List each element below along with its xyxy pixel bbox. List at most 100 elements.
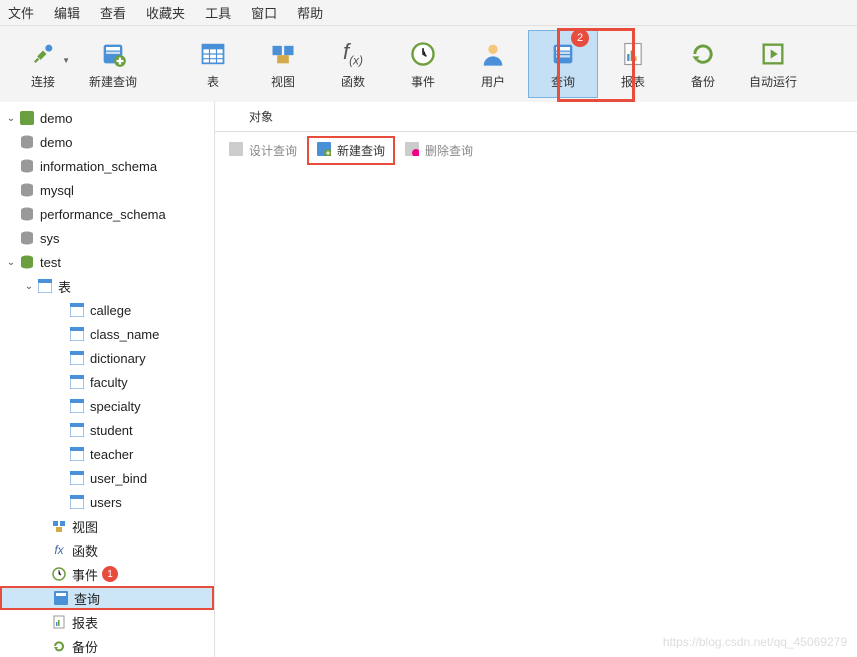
action-label: 新建查询 [337,142,385,159]
main-area: 对象 设计查询 新建查询 删除查询 [215,102,857,657]
chevron-down-icon[interactable]: ⌄ [22,281,36,292]
table-icon [68,373,86,391]
clock-icon [50,565,68,583]
tree-table-dictionary[interactable]: dictionary [0,346,214,370]
menu-file[interactable]: 文件 [8,3,34,22]
tree-label: faculty [90,375,128,390]
tree-label: 备份 [72,637,98,656]
connect-label: 连接 [31,73,55,90]
view-label: 视图 [271,73,295,90]
tree-label: callege [90,303,131,318]
database-icon [18,229,36,247]
database-icon [18,181,36,199]
function-label: 函数 [341,73,365,90]
report-button[interactable]: 报表 [598,30,668,98]
badge-2: 2 [571,29,589,47]
view-icon [50,517,68,535]
tree-connection-demo[interactable]: ⌄ demo [0,106,214,130]
tree-label: user_bind [90,471,147,486]
action-label: 设计查询 [249,142,297,159]
event-button[interactable]: 事件 [388,30,458,98]
tree-label: 报表 [72,613,98,632]
action-label: 删除查询 [425,142,473,159]
table-icon [68,325,86,343]
tree-label: 函数 [72,541,98,560]
tree-table-callege[interactable]: callege [0,298,214,322]
tree-db-sys[interactable]: sys [0,226,214,250]
user-label: 用户 [481,73,505,90]
tree-db-test[interactable]: ⌄ test [0,250,214,274]
tree-table-users[interactable]: users [0,490,214,514]
tree-label: teacher [90,447,133,462]
badge-1: 1 [102,566,118,582]
tree-group-events[interactable]: 事件1 [0,562,214,586]
query-button[interactable]: 查询 2 [528,30,598,98]
plug-icon [28,39,58,69]
tree-label: test [40,255,61,270]
tree-db-performance-schema[interactable]: performance_schema [0,202,214,226]
chevron-down-icon[interactable]: ⌄ [4,113,18,124]
new-query-icon [317,142,333,158]
table-icon [68,349,86,367]
menu-favorites[interactable]: 收藏夹 [146,3,185,22]
tree-table-user-bind[interactable]: user_bind [0,466,214,490]
user-button[interactable]: 用户 [458,30,528,98]
tab-bar: 对象 [215,102,857,132]
table-icon [68,301,86,319]
autorun-button[interactable]: 自动运行 [738,30,808,98]
tree-label: information_schema [40,159,157,174]
tree-label: class_name [90,327,159,342]
tree-group-queries[interactable]: 查询 [0,586,214,610]
menubar: 文件 编辑 查看 收藏夹 工具 窗口 帮助 [0,0,857,26]
database-icon [18,205,36,223]
query-label: 查询 [551,73,575,90]
view-button[interactable]: 视图 [248,30,318,98]
table-icon [36,277,54,295]
report-icon [50,613,68,631]
database-icon [18,133,36,151]
new-query-action-button[interactable]: 新建查询 [307,136,395,165]
tree-table-teacher[interactable]: teacher [0,442,214,466]
tree-label: dictionary [90,351,146,366]
connect-button[interactable]: ▼ 连接 [8,30,78,98]
toolbar: ▼ 连接 新建查询 表 视图 f(x) 函数 事件 用户 查询 2 报表 备份 [0,26,857,102]
tree-db-demo[interactable]: demo [0,130,214,154]
tree-db-information-schema[interactable]: information_schema [0,154,214,178]
tab-objects[interactable]: 对象 [235,102,287,131]
menu-view[interactable]: 查看 [100,3,126,22]
tree-group-backups[interactable]: 备份 [0,634,214,657]
chevron-down-icon[interactable]: ⌄ [4,257,18,268]
menu-help[interactable]: 帮助 [297,3,323,22]
tree-table-class-name[interactable]: class_name [0,322,214,346]
connection-icon [18,109,36,127]
tree-label: 事件 [72,565,98,584]
tree-label: 查询 [74,589,100,608]
tree-group-reports[interactable]: 报表 [0,610,214,634]
tree-db-mysql[interactable]: mysql [0,178,214,202]
tree-group-tables[interactable]: ⌄ 表 [0,274,214,298]
table-icon [198,39,228,69]
tree-table-student[interactable]: student [0,418,214,442]
new-query-icon [98,39,128,69]
design-query-button[interactable]: 设计查询 [221,138,305,163]
delete-query-button[interactable]: 删除查询 [397,138,481,163]
table-icon [68,421,86,439]
menu-tools[interactable]: 工具 [205,3,231,22]
menu-window[interactable]: 窗口 [251,3,277,22]
tree-table-faculty[interactable]: faculty [0,370,214,394]
menu-edit[interactable]: 编辑 [54,3,80,22]
tree-group-views[interactable]: 视图 [0,514,214,538]
tree-label: student [90,423,133,438]
new-query-button[interactable]: 新建查询 [78,30,148,98]
table-button[interactable]: 表 [178,30,248,98]
backup-icon [688,39,718,69]
tree-group-functions[interactable]: fx函数 [0,538,214,562]
sidebar[interactable]: ⌄ demo demo information_schema mysql per… [0,102,215,657]
tree-label: sys [40,231,60,246]
tree-label: performance_schema [40,207,166,222]
tree-label: demo [40,111,73,126]
tree-table-specialty[interactable]: specialty [0,394,214,418]
backup-button[interactable]: 备份 [668,30,738,98]
query-icon [52,589,70,607]
function-button[interactable]: f(x) 函数 [318,30,388,98]
